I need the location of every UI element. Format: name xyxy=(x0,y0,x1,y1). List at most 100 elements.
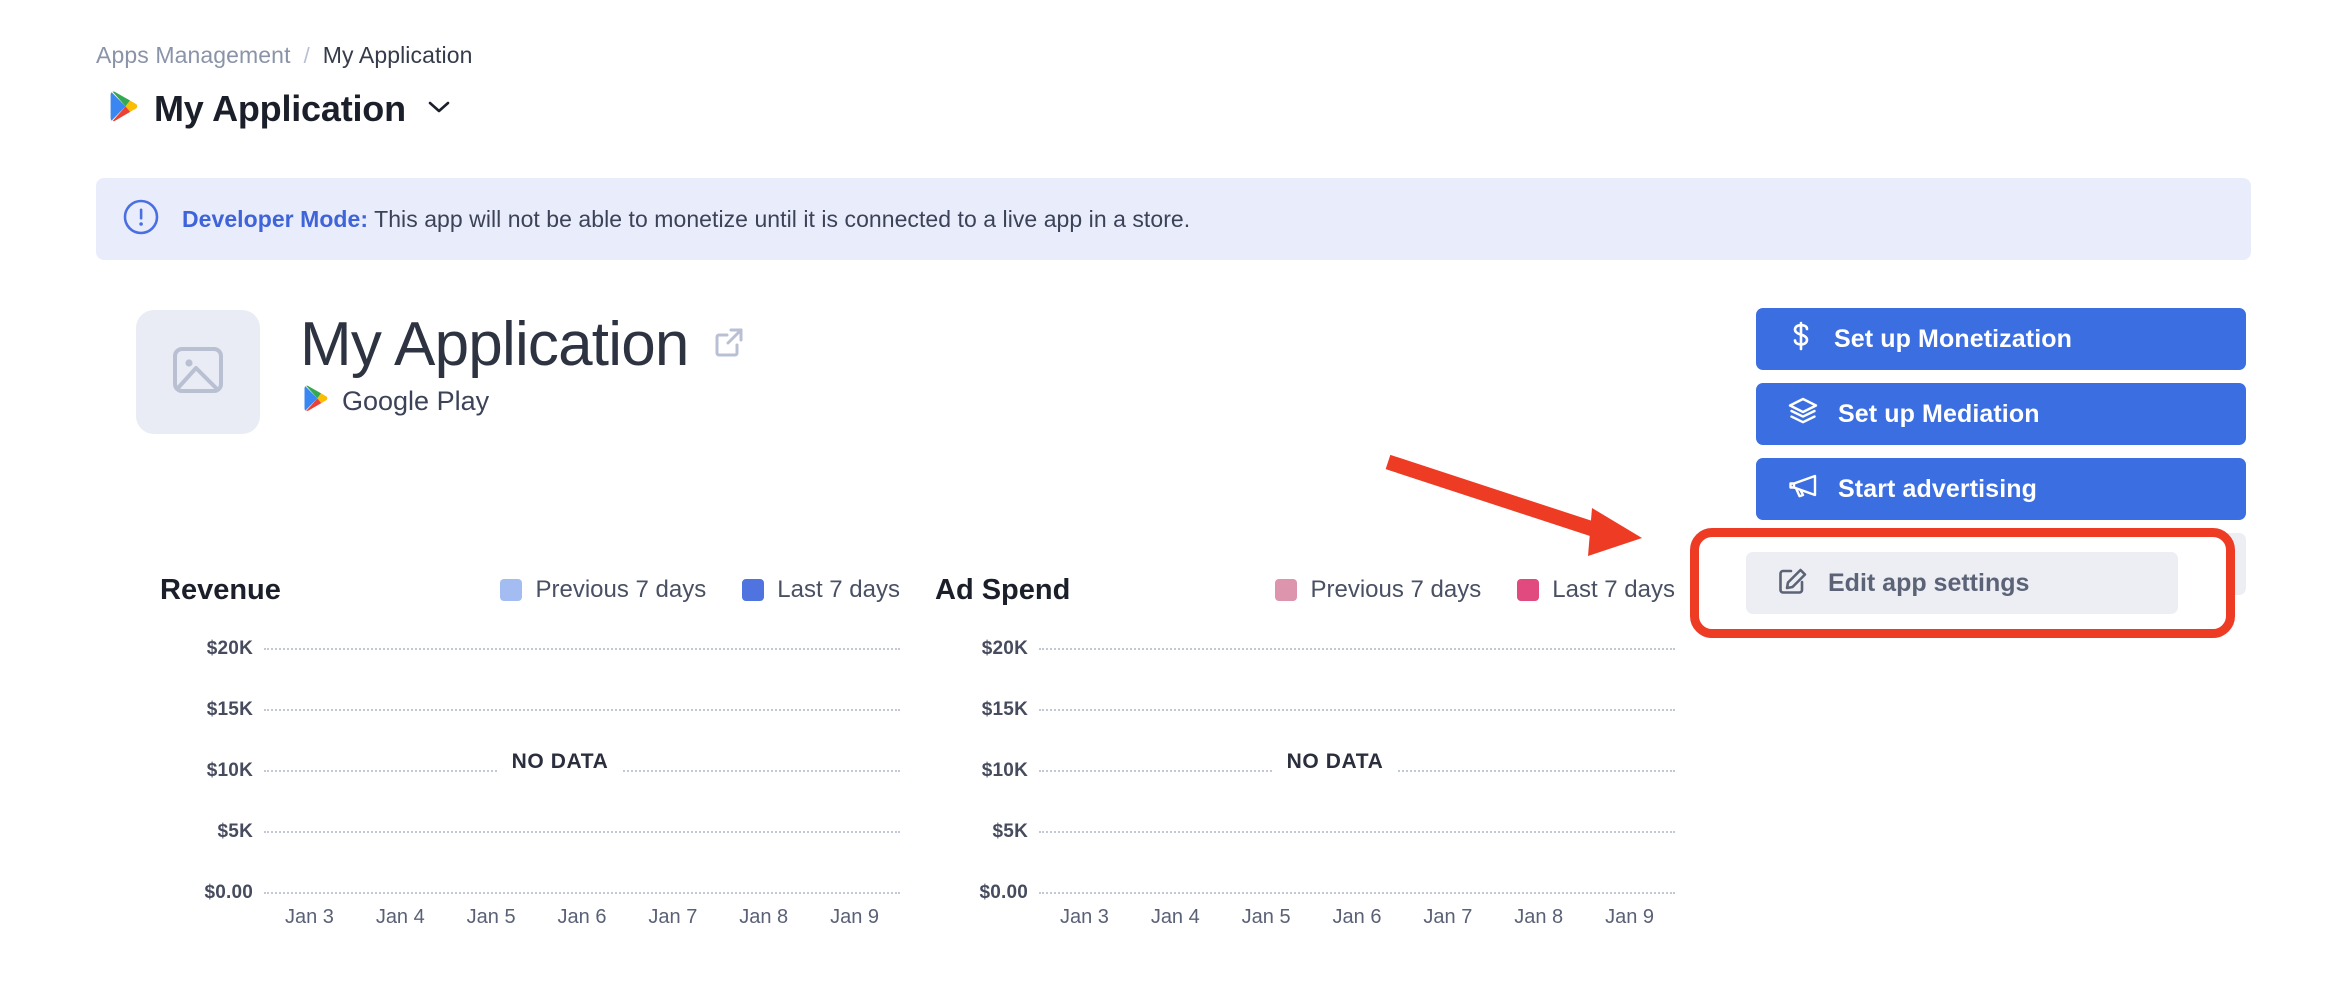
ad-spend-chart: Ad Spend Previous 7 days Last 7 days $20… xyxy=(935,570,1675,898)
edit-square-icon xyxy=(1778,565,1808,602)
x-axis-tick: Jan 7 xyxy=(1402,906,1493,929)
gridline-row: $5K xyxy=(160,821,900,843)
x-axis-tick: Jan 5 xyxy=(1221,906,1312,929)
info-circle-icon xyxy=(122,198,160,241)
y-axis-tick: $0.00 xyxy=(160,882,264,904)
layers-icon xyxy=(1788,397,1818,432)
set-up-mediation-label: Set up Mediation xyxy=(1838,400,2040,429)
gridline xyxy=(1039,831,1675,833)
breadcrumb-current: My Application xyxy=(323,42,473,69)
ad-spend-chart-legend: Previous 7 days Last 7 days xyxy=(1275,576,1675,604)
ad-spend-chart-header: Ad Spend Previous 7 days Last 7 days xyxy=(935,570,1675,610)
gridline xyxy=(1039,892,1675,894)
page-title: My Application xyxy=(154,88,406,130)
gridline xyxy=(1039,770,1675,772)
app-store-row: Google Play xyxy=(304,385,747,417)
gridline xyxy=(264,648,900,650)
legend-swatch xyxy=(1517,579,1539,601)
gridline xyxy=(1039,709,1675,711)
developer-mode-banner: Developer Mode: This app will not be abl… xyxy=(96,178,2251,260)
legend-item[interactable]: Previous 7 days xyxy=(1275,576,1481,604)
start-advertising-label: Start advertising xyxy=(1838,475,2037,504)
developer-mode-message: This app will not be able to monetize un… xyxy=(374,206,1190,232)
revenue-chart-legend: Previous 7 days Last 7 days xyxy=(500,576,900,604)
annotation-arrow xyxy=(1380,450,1680,575)
dollar-sign-icon xyxy=(1788,321,1814,358)
gridline xyxy=(264,892,900,894)
y-axis-tick: $20K xyxy=(160,638,264,660)
ad-spend-plot-area: $20K $15K $10K $5K $0.00 NO DATA xyxy=(935,638,1675,898)
x-axis-tick: Jan 9 xyxy=(809,906,900,929)
gridline xyxy=(264,770,900,772)
set-up-monetization-label: Set up Monetization xyxy=(1834,325,2072,354)
gridline-row: $0.00 xyxy=(935,882,1675,904)
google-play-icon xyxy=(110,91,138,127)
breadcrumb-separator: / xyxy=(304,43,310,69)
y-axis-tick: $15K xyxy=(160,699,264,721)
legend-label: Previous 7 days xyxy=(1310,576,1481,604)
x-axis-tick: Jan 6 xyxy=(1312,906,1403,929)
breadcrumb-link-apps-management[interactable]: Apps Management xyxy=(96,42,291,69)
x-axis-tick: Jan 3 xyxy=(1039,906,1130,929)
legend-item[interactable]: Last 7 days xyxy=(1517,576,1675,604)
gridline-row: $15K xyxy=(935,699,1675,721)
app-name: My Application xyxy=(300,312,689,377)
x-axis-tick: Jan 8 xyxy=(1493,906,1584,929)
megaphone-icon xyxy=(1788,473,1818,506)
legend-item[interactable]: Last 7 days xyxy=(742,576,900,604)
developer-mode-banner-text: Developer Mode: This app will not be abl… xyxy=(182,206,1190,233)
y-axis-tick: $20K xyxy=(935,638,1039,660)
external-link-icon[interactable] xyxy=(711,324,747,365)
y-axis-tick: $10K xyxy=(160,760,264,782)
gridline-row: $0.00 xyxy=(160,882,900,904)
revenue-chart: Revenue Previous 7 days Last 7 days $20K… xyxy=(160,570,900,898)
page-title-row[interactable]: My Application xyxy=(110,88,450,130)
x-axis-tick: Jan 7 xyxy=(627,906,718,929)
gridline-row: $5K xyxy=(935,821,1675,843)
chevron-down-icon[interactable] xyxy=(428,100,450,119)
x-axis-tick: Jan 4 xyxy=(1130,906,1221,929)
legend-swatch xyxy=(500,579,522,601)
edit-app-settings-label: Edit app settings xyxy=(1828,569,2029,598)
image-placeholder-icon xyxy=(169,341,227,404)
gridline-row: $10K xyxy=(160,760,900,782)
y-axis-tick: $5K xyxy=(160,821,264,843)
gridline-row: $20K xyxy=(935,638,1675,660)
legend-swatch xyxy=(742,579,764,601)
gridline xyxy=(264,709,900,711)
edit-app-settings-button-highlighted[interactable]: Edit app settings xyxy=(1746,552,2178,614)
developer-mode-label: Developer Mode: xyxy=(182,206,368,232)
gridline-row: $20K xyxy=(160,638,900,660)
set-up-monetization-button[interactable]: Set up Monetization xyxy=(1756,308,2246,370)
x-axis-tick: Jan 8 xyxy=(718,906,809,929)
legend-label: Previous 7 days xyxy=(535,576,706,604)
x-axis-tick: Jan 5 xyxy=(446,906,537,929)
y-axis-tick: $0.00 xyxy=(935,882,1039,904)
legend-item[interactable]: Previous 7 days xyxy=(500,576,706,604)
legend-label: Last 7 days xyxy=(1552,576,1675,604)
x-axis-tick: Jan 4 xyxy=(355,906,446,929)
x-axis-tick: Jan 9 xyxy=(1584,906,1675,929)
app-details-page: Apps Management / My Application My Appl… xyxy=(0,0,2342,1002)
x-axis-tick: Jan 3 xyxy=(264,906,355,929)
legend-label: Last 7 days xyxy=(777,576,900,604)
ad-spend-chart-title: Ad Spend xyxy=(935,574,1070,607)
revenue-x-axis: Jan 3 Jan 4 Jan 5 Jan 6 Jan 7 Jan 8 Jan … xyxy=(264,906,900,929)
app-store-name: Google Play xyxy=(342,386,489,417)
revenue-chart-title: Revenue xyxy=(160,574,281,607)
revenue-plot-area: $20K $15K $10K $5K $0.00 NO DATA xyxy=(160,638,900,898)
ad-spend-x-axis: Jan 3 Jan 4 Jan 5 Jan 6 Jan 7 Jan 8 Jan … xyxy=(1039,906,1675,929)
google-play-icon xyxy=(304,385,328,417)
legend-swatch xyxy=(1275,579,1297,601)
app-summary: My Application Google Play xyxy=(300,312,747,417)
set-up-mediation-button[interactable]: Set up Mediation xyxy=(1756,383,2246,445)
breadcrumb: Apps Management / My Application xyxy=(96,42,473,69)
start-advertising-button[interactable]: Start advertising xyxy=(1756,458,2246,520)
y-axis-tick: $15K xyxy=(935,699,1039,721)
x-axis-tick: Jan 6 xyxy=(537,906,628,929)
gridline-row: $10K xyxy=(935,760,1675,782)
y-axis-tick: $5K xyxy=(935,821,1039,843)
gridline xyxy=(1039,648,1675,650)
revenue-chart-header: Revenue Previous 7 days Last 7 days xyxy=(160,570,900,610)
gridline-row: $15K xyxy=(160,699,900,721)
